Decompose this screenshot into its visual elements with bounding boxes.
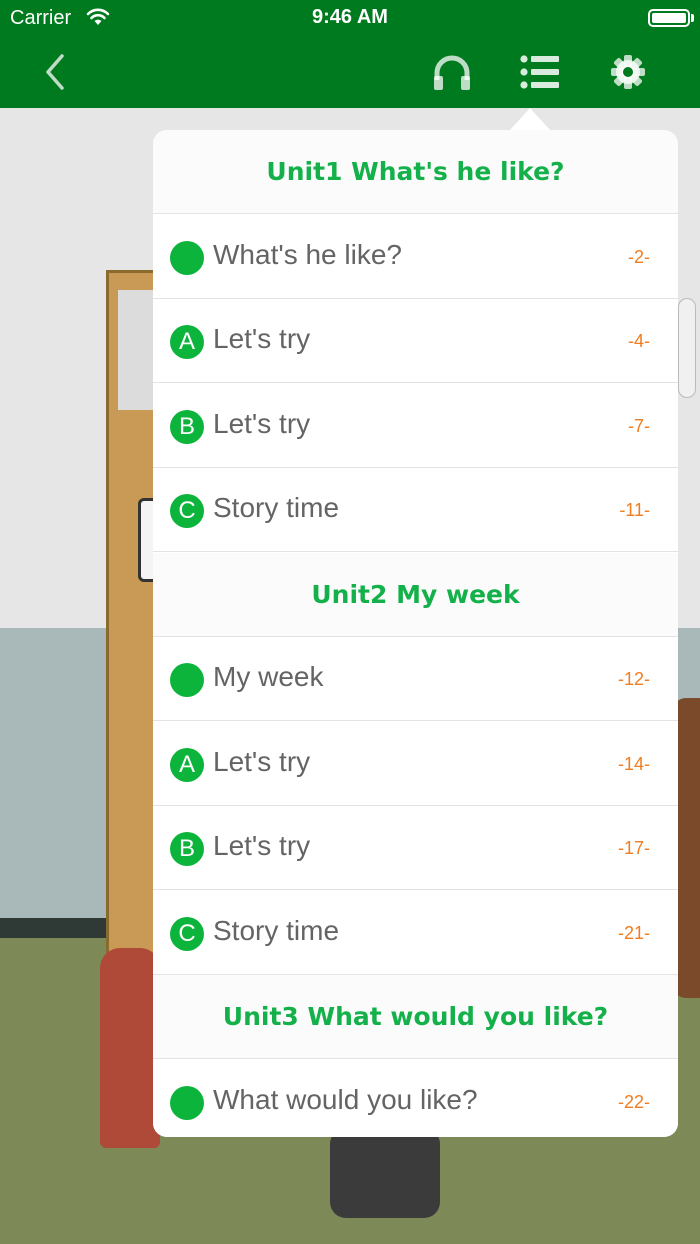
list-item[interactable]: A Let's try -4- bbox=[153, 299, 678, 383]
badge-icon: C bbox=[170, 916, 204, 951]
page-number: -11- bbox=[619, 500, 650, 520]
item-label: What would you like? bbox=[213, 1083, 478, 1115]
badge-icon: B bbox=[170, 409, 204, 444]
settings-button[interactable] bbox=[604, 48, 652, 96]
gear-icon bbox=[611, 55, 645, 89]
clock: 9:46 AM bbox=[312, 6, 388, 28]
list-item[interactable]: What would you like? -22- bbox=[153, 1059, 678, 1137]
list-item[interactable]: What's he like? -2- bbox=[153, 214, 678, 299]
item-label: Let's try bbox=[213, 407, 311, 439]
item-label: Let's try bbox=[213, 745, 311, 777]
section-header-unit1: Unit1 What's he like? bbox=[153, 130, 678, 214]
navigation-bar bbox=[0, 36, 700, 108]
page-number: -4- bbox=[628, 331, 650, 351]
item-label: What's he like? bbox=[213, 238, 402, 270]
battery-tip bbox=[691, 14, 694, 22]
list-item[interactable]: B Let's try -17- bbox=[153, 806, 678, 890]
section-header-unit3: Unit3 What would you like? bbox=[153, 975, 678, 1059]
badge-icon: A bbox=[170, 325, 204, 359]
background-door-window bbox=[118, 290, 154, 410]
item-label: Story time bbox=[213, 914, 340, 946]
badge-icon: A bbox=[170, 747, 204, 782]
list-item[interactable]: C Story time -21- bbox=[153, 890, 678, 975]
background-character bbox=[100, 948, 160, 1148]
page-number: -2- bbox=[628, 246, 650, 267]
badge-icon bbox=[170, 240, 204, 275]
badge-icon: B bbox=[170, 832, 204, 866]
list-item[interactable]: My week -12- bbox=[153, 637, 678, 721]
list-item[interactable]: C Story time -11- bbox=[153, 468, 678, 552]
status-bar: Carrier 9:46 AM bbox=[0, 0, 700, 36]
chevron-left-icon bbox=[46, 54, 64, 90]
section-title: Unit3 What would you like? bbox=[222, 1002, 609, 1031]
headphones-icon bbox=[434, 55, 470, 90]
page-number: -21- bbox=[617, 922, 650, 943]
section-header-unit2: Unit2 My week bbox=[153, 552, 678, 637]
list-item[interactable]: B Let's try -7- bbox=[153, 383, 678, 468]
table-of-contents-popover: Unit1 What's he like? What's he like? -2… bbox=[153, 130, 678, 1137]
item-label: Let's try bbox=[213, 830, 311, 861]
list-icon bbox=[520, 55, 559, 89]
item-label: Story time bbox=[213, 492, 340, 523]
background-character bbox=[330, 1128, 440, 1218]
popover-arrow bbox=[510, 108, 550, 130]
back-button[interactable] bbox=[32, 48, 80, 96]
badge-icon: C bbox=[170, 494, 204, 528]
page-number: -7- bbox=[628, 415, 650, 436]
badge-icon bbox=[170, 663, 204, 697]
item-label: Let's try bbox=[213, 323, 311, 354]
section-title: Unit2 My week bbox=[311, 579, 520, 609]
background-scroll-indicator bbox=[678, 298, 696, 398]
table-of-contents-button[interactable] bbox=[516, 48, 564, 96]
battery-icon bbox=[648, 9, 690, 27]
item-label: My week bbox=[213, 661, 324, 692]
page-number: -17- bbox=[617, 838, 650, 858]
page-number: -22- bbox=[617, 1091, 650, 1112]
section-title: Unit1 What's he like? bbox=[266, 157, 565, 186]
audio-button[interactable] bbox=[428, 48, 476, 96]
page-number: -12- bbox=[617, 669, 650, 689]
badge-icon bbox=[170, 1085, 204, 1120]
list-item[interactable]: A Let's try -14- bbox=[153, 721, 678, 806]
page-number: -14- bbox=[617, 753, 650, 774]
